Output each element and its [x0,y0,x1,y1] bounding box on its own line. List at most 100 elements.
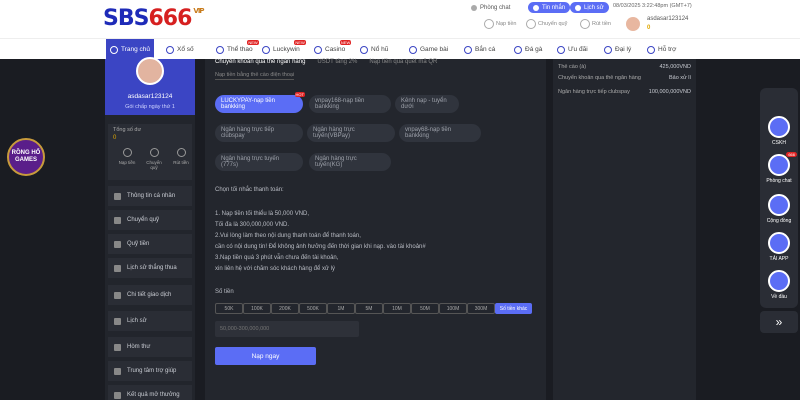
nav-casino[interactable]: Casino NEW [310,39,352,60]
vip-level: Gói chấp ngày thứ 1 [125,104,175,110]
amount-option[interactable]: 5M [355,303,383,314]
deposit-icon [484,19,494,29]
fishing-icon [464,45,472,54]
method-vbpay[interactable]: Ngân hàng trực tuyến(VBPay) [307,124,395,142]
amount-option[interactable]: 100K [243,303,271,314]
lottery-icon [166,45,174,54]
info-row: Chuyển khoản qua thẻ ngân hàng Bảo xử lí [558,75,691,81]
mail-icon [114,343,121,351]
tab-phone-card[interactable]: Nạp tiền bằng thẻ cào điện thoại [215,72,295,80]
help-icon [114,367,121,375]
nav-fishing[interactable]: Bắn cá [460,39,499,60]
nav-support[interactable]: Hỗ trợ [643,39,680,60]
withdraw-icon [580,19,590,29]
transfer-icon [114,216,121,224]
deposit-tabs: Chuyển khoản qua thẻ ngân hàng USDT tăng… [215,59,437,65]
quick-transfer[interactable]: Chuyển quỹ [526,19,567,29]
nav-cards[interactable]: Game bài [405,39,452,60]
sidebar-withdraw[interactable]: Rút tiền [171,148,191,165]
quick-deposit[interactable]: Nạp tiền [484,19,517,29]
list-icon [114,291,121,299]
menu-inbox[interactable]: Hòm thư [108,337,192,357]
cards-icon [409,45,417,54]
method-kg[interactable]: Ngân hàng trực tuyến(KG) [309,153,391,171]
cskh-button[interactable]: CSKH [760,116,798,146]
profile-username: asdasar123124 [127,93,173,100]
note-line: 1. Nạp tiền tối thiểu là 50,000 VND, [215,211,310,217]
method-777s[interactable]: Ngân hàng trực tuyến (777s) [215,153,303,171]
method-luckypay[interactable]: LUCKYPAY-nạp tiền bankking HOT [215,92,305,113]
method-vnpay168[interactable]: vnpay168-nạp tiền bankking [309,95,391,113]
site-logo[interactable]: SBS 666 VIP [103,4,205,32]
header-balance: 0 [647,25,651,31]
inbox-button[interactable]: Tin nhắn [528,2,571,13]
method-clubspay[interactable]: Ngân hàng trực tiếp clubspay [215,124,303,142]
amount-option[interactable]: 50M [411,303,439,314]
download-app-button[interactable]: TẢI APP [760,232,798,262]
amount-option[interactable]: 200K [271,303,299,314]
back-to-top-button[interactable]: Về đầu [760,270,798,300]
history-button[interactable]: Lịch sử [570,2,609,13]
amount-option[interactable]: 100M [439,303,467,314]
tab-usdt[interactable]: USDT tăng 2% [317,59,357,65]
menu-transactions[interactable]: Chi tiết giao dịch [108,285,192,305]
method-vnpay68[interactable]: vnpay68-nạp tiền bankking [399,124,481,142]
menu-results[interactable]: Kết quả mở thưởng [108,385,192,400]
mail-icon [533,4,539,11]
amount-option[interactable]: 300M [467,303,495,314]
game-promo-badge[interactable]: RỒNG HỔ GAMES [7,138,45,176]
community-button[interactable]: Cộng đồng [760,194,798,224]
arrow-up-icon [768,270,790,292]
method-channel[interactable]: Kênh nạp - tuyển dưới [395,95,459,113]
support-icon [647,45,655,54]
menu-profile[interactable]: Thông tin cá nhân [108,186,192,206]
new-badge: NEW [339,40,352,45]
tab-bank-transfer[interactable]: Chuyển khoản qua thẻ ngân hàng [215,59,305,65]
withdraw-icon [176,148,186,157]
casino-icon [314,45,322,54]
new-badge: NEW [247,40,259,45]
sidebar-transfer[interactable]: Chuyển quỹ [144,148,164,170]
other-amount-button[interactable]: Số tiền khác [495,303,532,314]
chat-room-button[interactable]: Phòng chat [466,2,515,13]
amount-option[interactable]: 50K [215,303,243,314]
menu-transfer[interactable]: Chuyển quỹ [108,210,192,230]
amount-option[interactable]: 10M [383,303,411,314]
amount-option[interactable]: 500K [299,303,327,314]
nav-sports[interactable]: Thể thao NEW [212,39,259,60]
tab-qr[interactable]: Nạp tiền qua quét mã QR [369,59,437,65]
nav-agent[interactable]: Đại lý [600,39,635,60]
profile-avatar[interactable] [136,57,164,85]
telegram-icon [768,194,790,216]
menu-fund[interactable]: Quỹ tiền [108,234,192,254]
note-line: xin liên hệ với chăm sóc khách hàng để x… [215,266,336,272]
amount-option[interactable]: 1M [327,303,355,314]
profile-card: asdasar123124 Gói chấp ngày thứ 1 [105,57,195,115]
balance-box: Tổng số dư 0 Nạp tiền Chuyển quỹ Rút tiề… [108,124,192,180]
chatroom-button[interactable]: Phòng chat 666 [760,152,798,184]
headset-icon [768,116,790,138]
nav-promo[interactable]: Ưu đãi [553,39,592,60]
menu-win-loss[interactable]: Lịch sử thắng thua [108,258,192,278]
avatar[interactable] [626,17,640,31]
chevron-right-icon: » [775,315,783,329]
deposit-now-button[interactable]: Nạp ngay [215,347,316,365]
info-row: Thẻ cào (à) 425,000VND [558,64,691,70]
amount-input[interactable] [215,321,359,337]
wallet-icon [114,240,121,248]
note-line: 3.Nạp tiền quá 3 phút vẫn chưa đến tài k… [215,255,339,261]
transfer-icon [149,148,159,157]
user-icon [114,192,121,200]
chat-icon [768,154,790,176]
note-line: cần có nội dung tin! Để không ảnh hưởng … [215,244,426,250]
collapse-toolbar-button[interactable]: » [760,311,798,333]
nav-slots[interactable]: Nổ hũ [356,39,392,60]
nav-lottery[interactable]: Xổ số [162,39,198,60]
sidebar-deposit[interactable]: Nạp tiền [117,148,137,165]
nav-luckywin[interactable]: Luckywin NEW [258,39,306,60]
quick-withdraw[interactable]: Rút tiền [580,19,611,29]
nav-cockfight[interactable]: Đá gà [510,39,546,60]
gift-icon [557,45,565,54]
menu-help[interactable]: Trung tâm trợ giúp [108,361,192,381]
menu-history[interactable]: Lịch sử [108,311,192,331]
